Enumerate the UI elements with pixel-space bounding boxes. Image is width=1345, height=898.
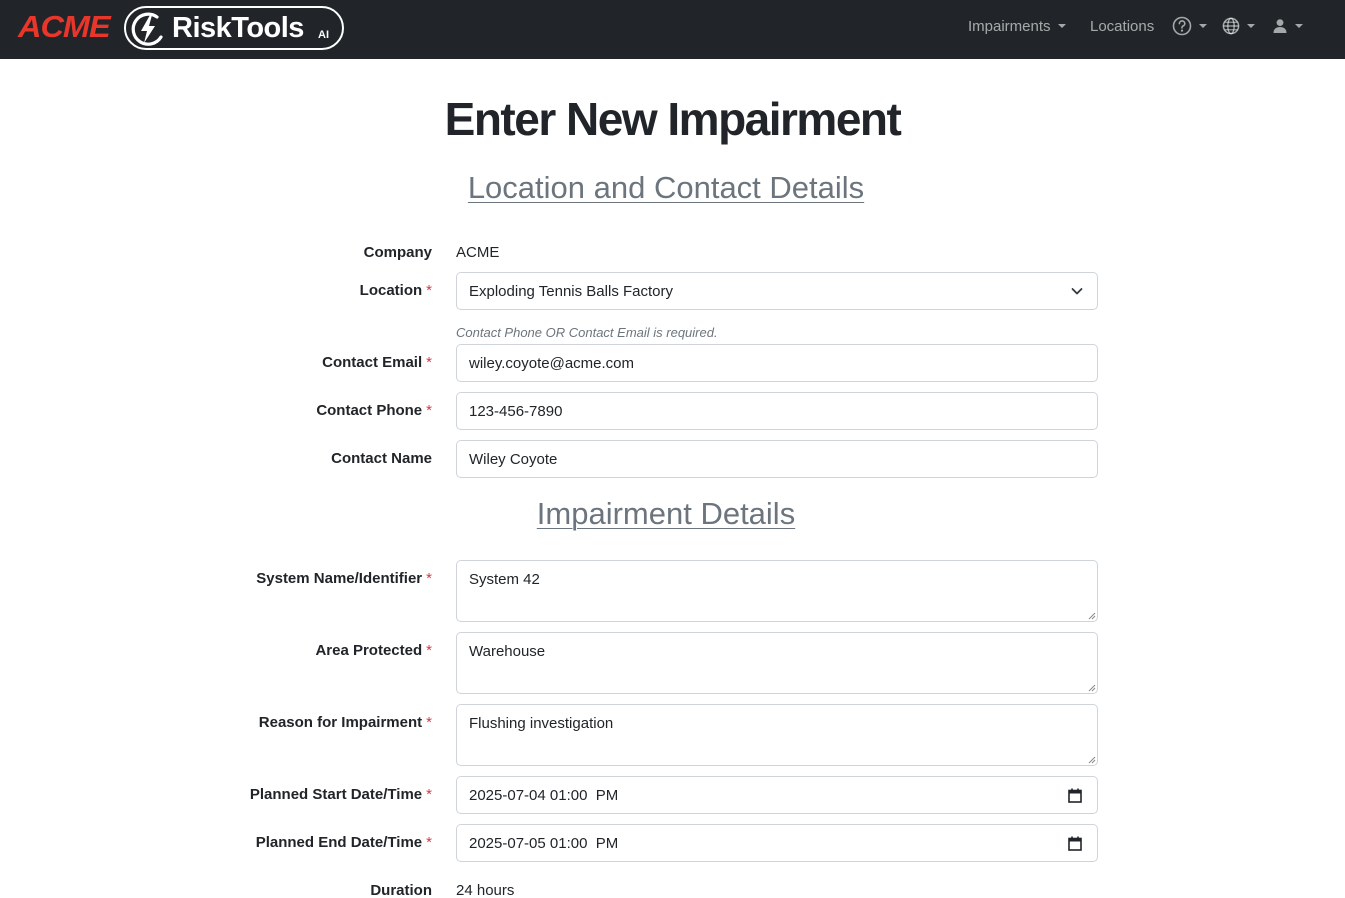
reason-textarea[interactable]: Flushing investigation bbox=[456, 704, 1098, 766]
contact-name-value: Wiley Coyote bbox=[469, 450, 558, 468]
planned-end-label-text: Planned End Date/Time bbox=[255, 834, 423, 851]
calendar-icon[interactable] bbox=[1068, 836, 1082, 851]
area-protected-label-text: Area Protected bbox=[315, 642, 423, 659]
planned-end-datetime[interactable]: 2025-07-05 01:00 PM bbox=[456, 824, 1098, 862]
contact-email-value: wiley.coyote@acme.com bbox=[469, 354, 634, 372]
duration-value: 24 hours bbox=[456, 882, 515, 898]
area-protected-textarea[interactable]: Warehouse bbox=[456, 632, 1098, 694]
required-marker: * bbox=[426, 834, 432, 851]
planned-end-label: Planned End Date/Time * bbox=[256, 834, 432, 851]
contact-phone-label: Contact Phone * bbox=[316, 402, 432, 419]
chevron-down-icon bbox=[1071, 288, 1083, 295]
acme-logo[interactable]: ACME bbox=[18, 9, 111, 45]
required-marker: * bbox=[426, 714, 432, 731]
user-menu[interactable] bbox=[1272, 0, 1303, 52]
nav-impairments-label: Impairments bbox=[968, 17, 1051, 35]
contact-help-text: Contact Phone OR Contact Email is requir… bbox=[456, 325, 718, 340]
planned-start-label: Planned Start Date/Time * bbox=[250, 786, 432, 803]
lightning-bolt-icon bbox=[131, 12, 163, 46]
contact-name-label-text: Contact Name bbox=[331, 450, 432, 467]
top-navbar: ACME RiskTools AI Impairments Locations bbox=[0, 0, 1345, 59]
chevron-down-icon bbox=[1295, 24, 1303, 28]
chevron-down-icon bbox=[1247, 24, 1255, 28]
reason-label-text: Reason for Impairment bbox=[258, 714, 423, 731]
company-label-text: Company bbox=[363, 244, 432, 261]
system-name-label-text: System Name/Identifier bbox=[256, 570, 423, 587]
page-title: Enter New Impairment bbox=[444, 93, 902, 145]
contact-name-field[interactable]: Wiley Coyote bbox=[456, 440, 1098, 478]
contact-email-field[interactable]: wiley.coyote@acme.com bbox=[456, 344, 1098, 382]
location-label: Location * bbox=[360, 282, 432, 299]
required-marker: * bbox=[426, 282, 432, 299]
contact-name-label: Contact Name bbox=[331, 450, 432, 467]
calendar-icon[interactable] bbox=[1068, 788, 1082, 803]
contact-phone-field[interactable]: 123-456-7890 bbox=[456, 392, 1098, 430]
resize-handle-icon[interactable] bbox=[1087, 755, 1096, 764]
planned-end-value: 2025-07-05 01:00 PM bbox=[469, 834, 619, 852]
contact-phone-value: 123-456-7890 bbox=[469, 402, 563, 420]
area-protected-label: Area Protected * bbox=[315, 642, 432, 659]
system-name-value: System 42 bbox=[469, 571, 540, 588]
planned-start-value: 2025-07-04 01:00 PM bbox=[469, 786, 619, 804]
risktools-ai-suffix: AI bbox=[318, 29, 329, 41]
globe-icon bbox=[1222, 17, 1240, 35]
reason-label: Reason for Impairment * bbox=[259, 714, 432, 731]
chevron-down-icon bbox=[1199, 24, 1207, 28]
required-marker: * bbox=[426, 570, 432, 587]
resize-handle-icon[interactable] bbox=[1087, 611, 1096, 620]
required-marker: * bbox=[426, 402, 432, 419]
risktools-logo[interactable]: RiskTools AI bbox=[124, 6, 344, 50]
required-marker: * bbox=[426, 642, 432, 659]
risktools-wordmark: RiskTools bbox=[172, 12, 304, 44]
duration-label-text: Duration bbox=[370, 882, 432, 898]
location-select[interactable]: Exploding Tennis Balls Factory bbox=[456, 272, 1098, 310]
resize-handle-icon[interactable] bbox=[1087, 683, 1096, 692]
language-menu[interactable] bbox=[1222, 0, 1255, 52]
contact-email-label-text: Contact Email bbox=[322, 354, 423, 371]
contact-email-label: Contact Email * bbox=[322, 354, 432, 371]
company-label: Company bbox=[364, 244, 432, 261]
nav-impairments-dropdown[interactable]: Impairments bbox=[968, 0, 1066, 52]
chevron-down-icon bbox=[1057, 24, 1066, 28]
duration-label: Duration bbox=[370, 882, 432, 898]
location-select-value: Exploding Tennis Balls Factory bbox=[469, 282, 673, 300]
user-icon bbox=[1273, 19, 1287, 33]
help-menu[interactable] bbox=[1172, 0, 1207, 52]
company-value: ACME bbox=[456, 244, 500, 261]
system-name-textarea[interactable]: System 42 bbox=[456, 560, 1098, 622]
nav-locations-link[interactable]: Locations bbox=[1090, 0, 1154, 52]
section-title-impairment: Impairment Details bbox=[536, 496, 796, 531]
help-icon bbox=[1172, 16, 1192, 36]
planned-start-label-text: Planned Start Date/Time bbox=[249, 786, 423, 803]
location-label-text: Location bbox=[359, 282, 423, 299]
nav-locations-label: Locations bbox=[1090, 17, 1155, 35]
area-protected-value: Warehouse bbox=[469, 643, 546, 660]
contact-phone-label-text: Contact Phone bbox=[316, 402, 423, 419]
reason-value: Flushing investigation bbox=[469, 715, 614, 732]
planned-start-datetime[interactable]: 2025-07-04 01:00 PM bbox=[456, 776, 1098, 814]
system-name-label: System Name/Identifier * bbox=[256, 570, 432, 587]
section-title-location: Location and Contact Details bbox=[467, 170, 865, 205]
required-marker: * bbox=[426, 354, 432, 371]
required-marker: * bbox=[426, 786, 432, 803]
